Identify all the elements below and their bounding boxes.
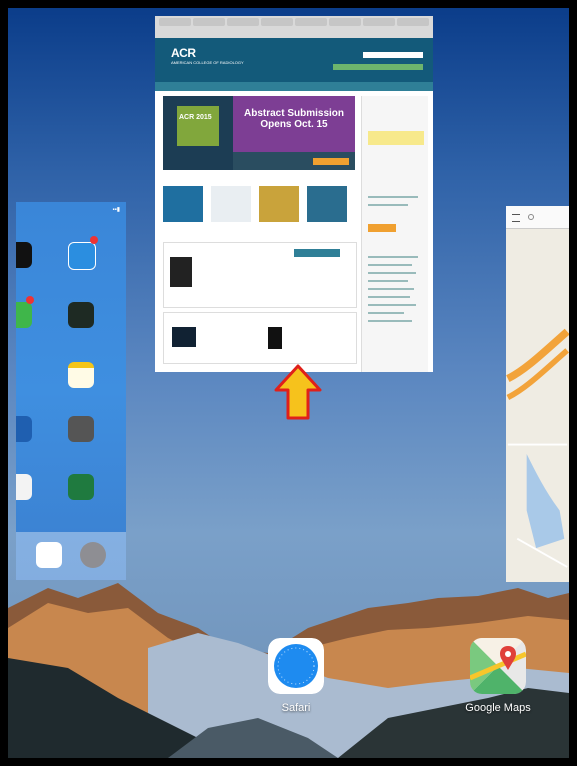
- thumb-acr-rsna: [163, 186, 203, 222]
- maps-search-bar: [506, 206, 569, 229]
- menu-icon: [512, 214, 520, 222]
- safari-card[interactable]: ACR AMERICAN COLLEGE OF RADIOLOGY ACR 20…: [155, 16, 433, 372]
- maps-card[interactable]: [506, 206, 569, 582]
- app-icon-camera: [68, 416, 94, 442]
- acr-logo: ACR AMERICAN COLLEGE OF RADIOLOGY: [171, 46, 244, 65]
- read-more-button: [294, 249, 340, 257]
- thumb-doctors: [211, 186, 251, 222]
- thumb-summit: [307, 186, 347, 222]
- featured-thumb-1: [172, 327, 196, 347]
- app-icon-blue: [16, 416, 32, 442]
- notification-badge: [26, 296, 34, 304]
- google-maps-app-label: Google Maps: [465, 702, 531, 714]
- notification-badge: [90, 236, 98, 244]
- banner-title-line1: Abstract Submission: [243, 108, 345, 119]
- safari-toolbar: [155, 16, 433, 39]
- header-buttons: [333, 64, 423, 70]
- app-icon-evernote: [68, 302, 94, 328]
- google-maps-app-icon[interactable]: [470, 638, 526, 694]
- map-view: [506, 328, 569, 568]
- app-icon-settings: [80, 542, 106, 568]
- safari-app-label: Safari: [281, 702, 311, 714]
- journal-cover: [170, 257, 192, 287]
- safari-app-icon[interactable]: [268, 638, 324, 694]
- acr-2015-mark: [177, 106, 219, 146]
- acr-header: ACR AMERICAN COLLEGE OF RADIOLOGY: [155, 38, 433, 82]
- app-icon-globe: [68, 474, 94, 500]
- app-icon-notes: [68, 362, 94, 388]
- app-icon-itunes-u: [68, 242, 96, 270]
- app-icon-green: [16, 302, 32, 328]
- app-icon-white: [16, 474, 32, 500]
- app-icon-reminders: [36, 542, 62, 568]
- header-search-box: [363, 52, 423, 58]
- abstract-banner[interactable]: ACR 2015 Abstract Submission Opens Oct. …: [163, 96, 355, 170]
- content-panel: [163, 242, 357, 308]
- home-screen-card[interactable]: ▪▪▮: [16, 202, 126, 580]
- sidebar-button: [368, 224, 396, 232]
- search-icon: [528, 214, 534, 220]
- login-box: [368, 131, 424, 145]
- banner-year: ACR 2015: [179, 114, 212, 121]
- safari-tab-bar: [155, 16, 433, 26]
- featured-panel: [163, 312, 357, 364]
- thumb-acr-seal: [259, 186, 299, 222]
- home-dock: [16, 532, 126, 580]
- banner-title-line2: Opens Oct. 15: [260, 119, 328, 130]
- up-arrow-annotation: [274, 364, 322, 420]
- app-icon-dark: [16, 242, 32, 268]
- banner-footer: [233, 152, 355, 170]
- status-bar: ▪▪▮: [112, 207, 120, 213]
- banner-text: Abstract Submission Opens Oct. 15: [233, 96, 355, 152]
- featured-thumb-2: [268, 327, 282, 349]
- acr-nav-bar: [155, 82, 433, 91]
- acr-sidebar: [361, 96, 428, 372]
- app-switcher-screen: ▪▪▮ ACR AMERICAN COLLEGE OF RADIOLOGY AC…: [8, 8, 569, 758]
- acr-2015-logo: ACR 2015: [163, 96, 233, 170]
